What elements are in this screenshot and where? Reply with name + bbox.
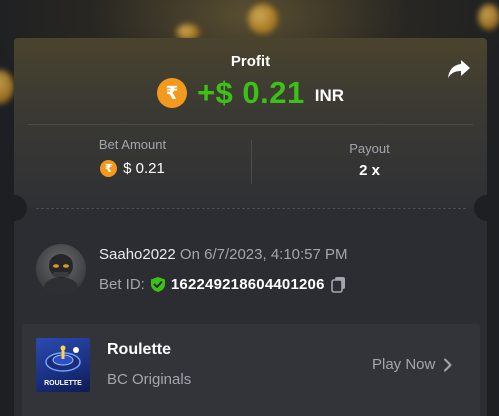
play-now-label: Play Now [372, 356, 436, 373]
verified-shield-icon [150, 277, 165, 292]
game-thumbnail[interactable]: ROULETTE [36, 338, 90, 392]
bet-id-value: 162249218604401206 [170, 276, 325, 293]
bet-amount-value: $ 0.21 [123, 160, 165, 177]
bet-date: On 6/7/2023, 4:10:57 PM [179, 246, 348, 263]
bet-amount-value-row: ₹ $ 0.21 [14, 160, 251, 177]
play-now-button[interactable]: Play Now [372, 356, 453, 373]
bet-id-label: Bet ID: [99, 276, 145, 293]
rupee-coin-icon: ₹ [100, 160, 118, 177]
copy-icon[interactable] [330, 276, 347, 293]
username[interactable]: Saaho2022 [99, 246, 176, 263]
game-thumbnail-label: ROULETTE [44, 380, 82, 387]
share-icon[interactable] [447, 56, 471, 80]
payout-value: 2 x [359, 162, 380, 179]
bet-id-row: Bet ID: 162249218604401206 [99, 276, 347, 293]
rupee-coin-icon: ₹ [156, 78, 187, 108]
bet-amount-label: Bet Amount [98, 137, 167, 152]
profit-currency: INR [314, 86, 345, 105]
profit-amount: +$ 0.21 [196, 75, 305, 110]
background-coin [248, 4, 278, 34]
dashed-separator [36, 208, 466, 209]
profit-label: Profit [230, 53, 271, 70]
divider [28, 124, 473, 125]
bet-amount-block: Bet Amount ₹ $ 0.21 [14, 137, 251, 177]
bet-details-card: Profit ₹ +$ 0.21 INR Bet Amount ₹ $ 0.21… [14, 38, 487, 416]
background-coin [478, 4, 499, 30]
payout-label: Payout [349, 141, 390, 156]
game-name: Roulette [107, 341, 171, 358]
payout-block: Payout 2 x [252, 137, 487, 179]
avatar-image [44, 254, 78, 294]
chevron-right-icon [444, 358, 452, 371]
profit-row: ₹ +$ 0.21 INR [14, 75, 487, 111]
game-provider: BC Originals [107, 371, 192, 388]
game-row[interactable]: ROULETTE Roulette BC Originals Play Now [22, 324, 480, 416]
user-line: Saaho2022 On 6/7/2023, 4:10:57 PM [99, 246, 348, 263]
avatar[interactable] [36, 244, 86, 294]
